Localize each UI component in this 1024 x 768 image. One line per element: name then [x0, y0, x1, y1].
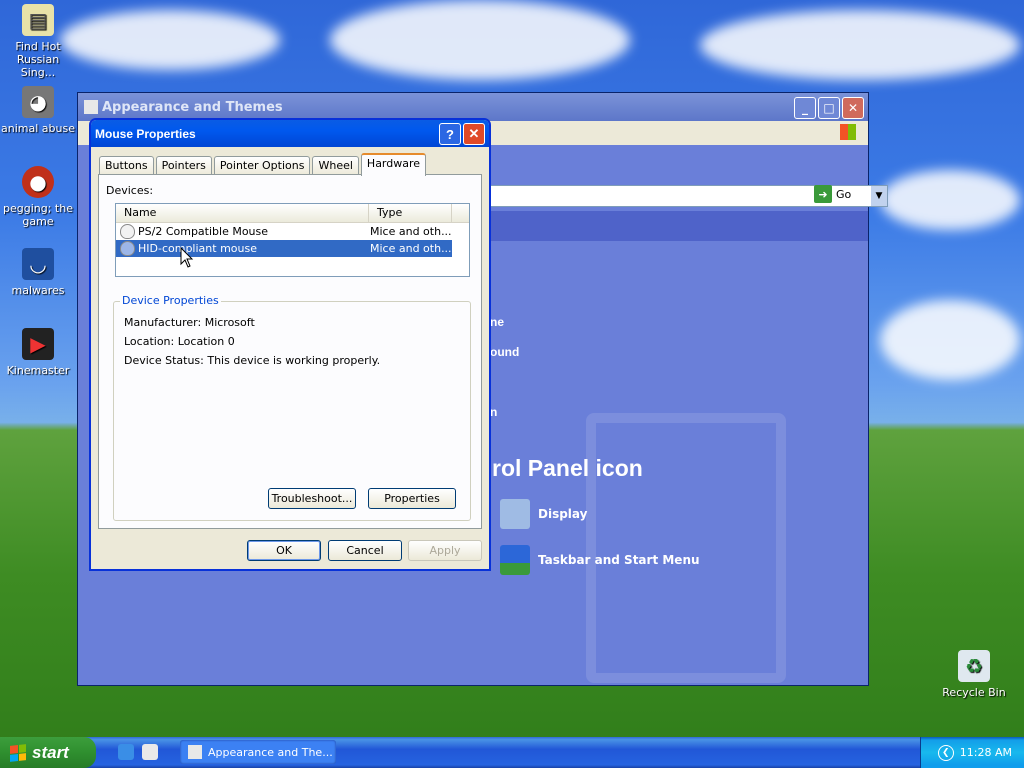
- go-button[interactable]: ➜ Go: [814, 185, 851, 203]
- desktop-icon-kinemaster[interactable]: ▶ Kinemaster: [0, 328, 76, 377]
- dialog-titlebar[interactable]: Mouse Properties ? ✕: [91, 120, 489, 147]
- mouse-icon: [120, 241, 135, 256]
- content-header: [490, 211, 868, 241]
- media-player-icon[interactable]: [142, 744, 158, 760]
- device-row-selected[interactable]: HID-compliant mouse Mice and oth...: [116, 240, 452, 257]
- show-hidden-icons-chevron-icon[interactable]: ❮: [937, 744, 954, 761]
- clapper-icon: ▶: [22, 328, 54, 360]
- device-properties-label: Device Properties: [120, 294, 221, 307]
- taskbar-window-button[interactable]: Appearance and The...: [180, 740, 336, 764]
- ball-icon: ●: [22, 166, 54, 198]
- tab-pointer-options[interactable]: Pointer Options: [213, 156, 311, 175]
- desktop-icon-animal-abuse[interactable]: ◕ animal abuse: [0, 86, 76, 135]
- manufacturer-text: Manufacturer: Microsoft: [124, 316, 255, 329]
- hardware-tab-panel: Devices: Name Type PS/2 Compatible Mouse…: [98, 174, 482, 529]
- task-taskbar-start-menu[interactable]: Taskbar and Start Menu: [500, 545, 700, 575]
- devices-list[interactable]: Name Type PS/2 Compatible Mouse Mice and…: [115, 203, 470, 277]
- task-label: Display: [538, 507, 588, 521]
- task-display[interactable]: Display: [500, 499, 587, 529]
- system-tray: ❮ 11:28 AM: [920, 737, 1024, 768]
- folder-icon: [188, 745, 202, 759]
- windows-flag-icon: [10, 743, 26, 762]
- desktop-icon-label: Find Hot Russian Sing...: [15, 40, 61, 79]
- raccoon-icon: ◕: [22, 86, 54, 118]
- desktop-icon-label: malwares: [11, 284, 65, 297]
- taskbar: start Appearance and The... ❮ 11:28 AM: [0, 737, 1024, 768]
- taskbar-icon: [500, 545, 530, 575]
- desktop-icon-label: pegging; the game: [3, 202, 73, 228]
- display-icon: [500, 499, 530, 529]
- document-icon: ▤: [22, 4, 54, 36]
- start-label: start: [32, 742, 69, 762]
- partial-link-1[interactable]: ne: [490, 315, 504, 329]
- properties-button[interactable]: Properties: [368, 488, 456, 509]
- chevron-down-icon[interactable]: ▼: [871, 186, 887, 206]
- tab-wheel[interactable]: Wheel: [312, 156, 359, 175]
- minimize-button[interactable]: _: [794, 97, 816, 119]
- devices-label: Devices:: [106, 184, 154, 197]
- apply-button[interactable]: Apply: [408, 540, 482, 561]
- mouse-properties-dialog: Mouse Properties ? ✕ Buttons Pointers Po…: [89, 118, 491, 571]
- window-title: Appearance and Themes: [102, 99, 283, 115]
- desktop-icon-recycle-bin[interactable]: ♻ Recycle Bin: [936, 650, 1012, 699]
- column-header-name[interactable]: Name: [116, 204, 369, 222]
- partial-link-2[interactable]: ound: [490, 345, 519, 359]
- tab-strip: Buttons Pointers Pointer Options Wheel H…: [99, 153, 428, 176]
- help-button[interactable]: ?: [439, 123, 461, 145]
- internet-explorer-icon[interactable]: [118, 744, 134, 760]
- troubleshoot-button[interactable]: Troubleshoot...: [268, 488, 356, 509]
- cancel-button[interactable]: Cancel: [328, 540, 402, 561]
- device-properties-group: Device Properties Manufacturer: Microsof…: [113, 294, 471, 521]
- recycle-bin-icon: ♻: [958, 650, 990, 682]
- windows-logo-icon: [840, 124, 856, 140]
- dialog-title: Mouse Properties: [95, 126, 196, 141]
- close-button[interactable]: ✕: [842, 97, 864, 119]
- location-text: Location: Location 0: [124, 335, 235, 348]
- app-icon: ◡: [22, 248, 54, 280]
- desktop-icon-find-hot[interactable]: ▤ Find Hot Russian Sing...: [0, 4, 76, 79]
- device-type: Mice and oth...: [370, 242, 452, 255]
- device-status-text: Device Status: This device is working pr…: [124, 354, 381, 367]
- taskbar-window-label: Appearance and The...: [208, 745, 333, 759]
- window-titlebar[interactable]: Appearance and Themes: [78, 93, 868, 121]
- ok-button[interactable]: OK: [247, 540, 321, 561]
- list-header: Name Type: [116, 204, 469, 223]
- folder-icon: [84, 100, 98, 114]
- tab-pointers[interactable]: Pointers: [155, 156, 212, 175]
- device-name: HID-compliant mouse: [138, 242, 257, 255]
- desktop-icon-label: Recycle Bin: [942, 686, 1006, 699]
- device-row[interactable]: PS/2 Compatible Mouse Mice and oth...: [116, 223, 469, 240]
- desktop-icon-label: animal abuse: [1, 122, 75, 135]
- mouse-icon: [120, 224, 135, 239]
- desktop-icon-malwares[interactable]: ◡ malwares: [0, 248, 76, 297]
- mouse-cursor-icon: [180, 247, 194, 268]
- section-heading: rol Panel icon: [492, 455, 643, 481]
- tab-buttons[interactable]: Buttons: [99, 156, 154, 175]
- go-label: Go: [836, 187, 852, 201]
- close-button[interactable]: ✕: [463, 123, 485, 145]
- partial-link-3[interactable]: n: [490, 405, 497, 419]
- arrow-right-icon: ➜: [814, 185, 832, 203]
- tab-hardware[interactable]: Hardware: [360, 153, 427, 176]
- desktop-icon-pegging[interactable]: ● pegging; the game: [0, 166, 76, 228]
- start-button[interactable]: start: [0, 737, 96, 768]
- device-type: Mice and oth...: [370, 225, 452, 238]
- maximize-button[interactable]: □: [818, 97, 840, 119]
- task-label: Taskbar and Start Menu: [538, 553, 700, 567]
- column-header-type[interactable]: Type: [369, 204, 452, 222]
- clock[interactable]: 11:28 AM: [960, 746, 1012, 759]
- device-name: PS/2 Compatible Mouse: [138, 225, 269, 238]
- desktop-icon-label: Kinemaster: [6, 364, 70, 377]
